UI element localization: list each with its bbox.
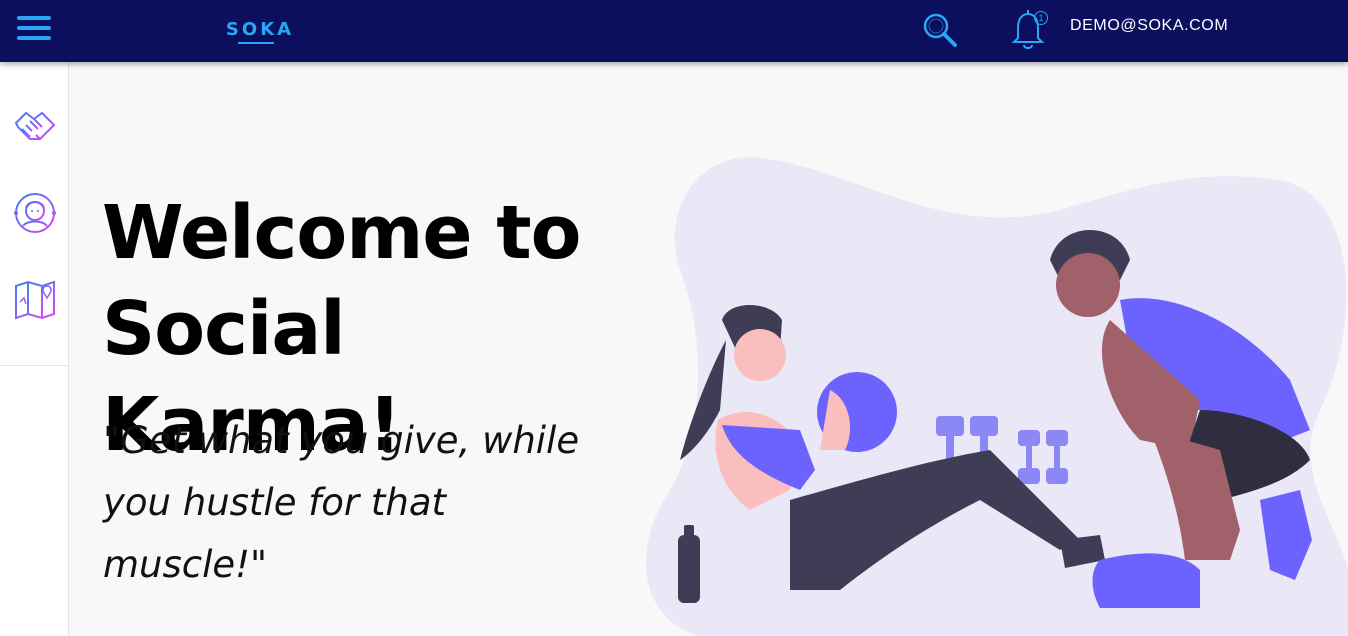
- search-icon[interactable]: [920, 10, 960, 50]
- sidebar-divider: [0, 365, 68, 366]
- soka-logo[interactable]: SOKA: [220, 13, 300, 47]
- user-profile-icon[interactable]: [12, 190, 58, 236]
- heading-line-1: Welcome to: [102, 190, 582, 276]
- sidebar: [0, 62, 69, 636]
- user-email[interactable]: DEMO@SOKA.COM: [1070, 17, 1228, 35]
- handshake-icon[interactable]: [12, 103, 58, 149]
- notification-badge: 1: [1034, 11, 1048, 25]
- top-navbar: SOKA 1 DEMO@SOKA.COM: [0, 0, 1348, 62]
- hamburger-menu-icon[interactable]: [16, 14, 52, 44]
- fitness-illustration: [646, 157, 1348, 636]
- logo-text: SOKA: [226, 19, 294, 40]
- motivational-quote: "Get what you give, while you hustle for…: [103, 419, 580, 586]
- map-location-icon[interactable]: [12, 276, 58, 322]
